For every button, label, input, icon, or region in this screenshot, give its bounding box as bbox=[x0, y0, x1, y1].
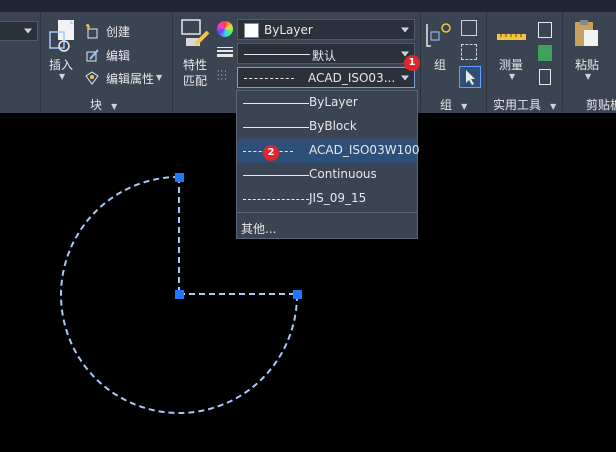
clipboard-icon bbox=[575, 20, 598, 46]
grip-top[interactable] bbox=[175, 173, 184, 182]
clipboard-panel-title-text: 剪贴板 bbox=[586, 98, 616, 112]
lineweight-icon bbox=[217, 45, 233, 59]
grip-right[interactable] bbox=[293, 290, 302, 299]
clipboard-panel-title: 剪贴板 bbox=[586, 94, 616, 113]
block-panel-title[interactable]: 块 ▼ bbox=[90, 94, 117, 113]
select-similar-icon[interactable] bbox=[538, 45, 552, 61]
linetype-option-label: ACAD_ISO03W100 bbox=[309, 143, 420, 157]
ruler-icon bbox=[497, 34, 526, 40]
callout-badge-1: 1 bbox=[404, 55, 420, 71]
create-block-button[interactable]: 创建 bbox=[84, 22, 164, 40]
color-wheel-icon[interactable] bbox=[217, 21, 233, 37]
match-label-2: 匹配 bbox=[183, 74, 208, 88]
group-label: 组 bbox=[434, 58, 447, 72]
linetype-solid-preview bbox=[243, 127, 309, 128]
chevron-down-icon: ▼ bbox=[111, 102, 118, 111]
insert-button[interactable]: 插入 ▼ bbox=[44, 16, 80, 86]
linetype-option-byblock[interactable]: ByBlock bbox=[237, 116, 417, 138]
color-value: ByLayer bbox=[264, 23, 313, 37]
edit-block-button[interactable]: 编辑 bbox=[84, 46, 164, 64]
callout-badge-2: 2 bbox=[263, 145, 279, 161]
linetype-option-label: ByBlock bbox=[309, 119, 357, 133]
linetype-dropdown-list: ByLayer ByBlock ACAD_ISO03W100 Continuou… bbox=[236, 90, 420, 239]
match-properties-icon bbox=[181, 19, 210, 46]
linetype-option-jis-09-15[interactable]: JIS_09_15 bbox=[237, 188, 417, 210]
calculator-icon[interactable] bbox=[539, 69, 551, 85]
chevron-down-icon: ▼ bbox=[550, 102, 557, 111]
panel-divider bbox=[420, 12, 421, 111]
insert-label: 插入 bbox=[49, 58, 74, 72]
group-icon bbox=[426, 23, 451, 47]
linetype-other-label: 其他... bbox=[241, 222, 277, 236]
chevron-down-icon bbox=[401, 27, 409, 32]
linetype-option-label: ByLayer bbox=[309, 95, 358, 109]
linetype-icon: ··· ··· ··· bbox=[217, 67, 228, 84]
chevron-down-icon: ▼ bbox=[509, 72, 516, 81]
panel-divider bbox=[562, 12, 563, 111]
linetype-option-label: JIS_09_15 bbox=[309, 191, 367, 205]
group-panel-title-text: 组 bbox=[440, 98, 453, 112]
quick-select-icon[interactable] bbox=[538, 22, 552, 38]
group-select-tool[interactable] bbox=[459, 66, 481, 88]
chevron-down-icon: ▼ bbox=[585, 72, 592, 81]
linetype-solid-preview bbox=[243, 175, 309, 176]
measure-label: 测量 bbox=[499, 58, 524, 72]
ribbon-tab-strip bbox=[0, 0, 616, 12]
edit-attributes-icon bbox=[85, 71, 99, 85]
group-tool-1[interactable] bbox=[461, 20, 477, 36]
linetype-value: ACAD_ISO03... bbox=[308, 71, 396, 85]
group-panel-title[interactable]: 组 ▼ bbox=[440, 94, 467, 113]
linetype-dropdown[interactable]: ACAD_ISO03... bbox=[237, 67, 415, 88]
panel-divider bbox=[172, 12, 173, 111]
lineweight-dropdown[interactable]: 默认 bbox=[237, 43, 415, 64]
chevron-down-icon bbox=[24, 28, 32, 34]
edit-label: 编辑 bbox=[106, 49, 131, 63]
measure-button[interactable]: 测量 ▼ bbox=[494, 16, 530, 86]
paste-label: 粘贴 bbox=[575, 58, 600, 72]
panel-divider bbox=[40, 12, 41, 111]
grip-center[interactable] bbox=[175, 290, 184, 299]
utilities-panel-title[interactable]: 实用工具 ▼ bbox=[493, 94, 556, 113]
group-tool-2[interactable] bbox=[461, 44, 477, 60]
linetype-option-label: Continuous bbox=[309, 167, 377, 181]
linetype-preview bbox=[244, 78, 294, 79]
insert-block-icon bbox=[49, 20, 74, 52]
match-properties-button[interactable]: 特性 匹配 bbox=[178, 16, 212, 88]
chevron-down-icon: ▼ bbox=[59, 72, 66, 81]
color-swatch bbox=[244, 23, 259, 38]
edit-attributes-button[interactable]: 编辑属性 ▼ bbox=[84, 69, 174, 87]
group-button[interactable]: 组 bbox=[424, 16, 456, 76]
color-dropdown[interactable]: ByLayer bbox=[237, 19, 415, 40]
edit-attributes-label: 编辑属性 bbox=[106, 72, 155, 86]
dropdown-divider bbox=[237, 212, 417, 213]
linetype-option-bylayer[interactable]: ByLayer bbox=[237, 92, 417, 114]
chevron-down-icon: ▼ bbox=[156, 73, 163, 82]
chevron-down-icon bbox=[401, 75, 409, 80]
panel-divider bbox=[486, 12, 487, 111]
edit-block-icon bbox=[86, 49, 99, 62]
utilities-panel-title-text: 实用工具 bbox=[493, 98, 542, 112]
linetype-option-continuous[interactable]: Continuous bbox=[237, 164, 417, 186]
cursor-icon bbox=[466, 70, 475, 85]
linetype-solid-preview bbox=[243, 103, 309, 104]
paste-button[interactable]: 粘贴 ▼ bbox=[570, 16, 610, 86]
linetype-jis-preview bbox=[243, 199, 309, 200]
create-label: 创建 bbox=[106, 25, 131, 39]
block-panel-title-text: 块 bbox=[90, 98, 103, 112]
left-dropdown[interactable] bbox=[0, 21, 38, 41]
match-label-1: 特性 bbox=[183, 58, 208, 72]
linetype-other-option[interactable]: 其他... bbox=[241, 218, 276, 237]
lineweight-preview bbox=[244, 54, 310, 55]
lineweight-value: 默认 bbox=[312, 49, 337, 63]
create-block-icon bbox=[85, 24, 98, 39]
chevron-down-icon: ▼ bbox=[461, 102, 468, 111]
